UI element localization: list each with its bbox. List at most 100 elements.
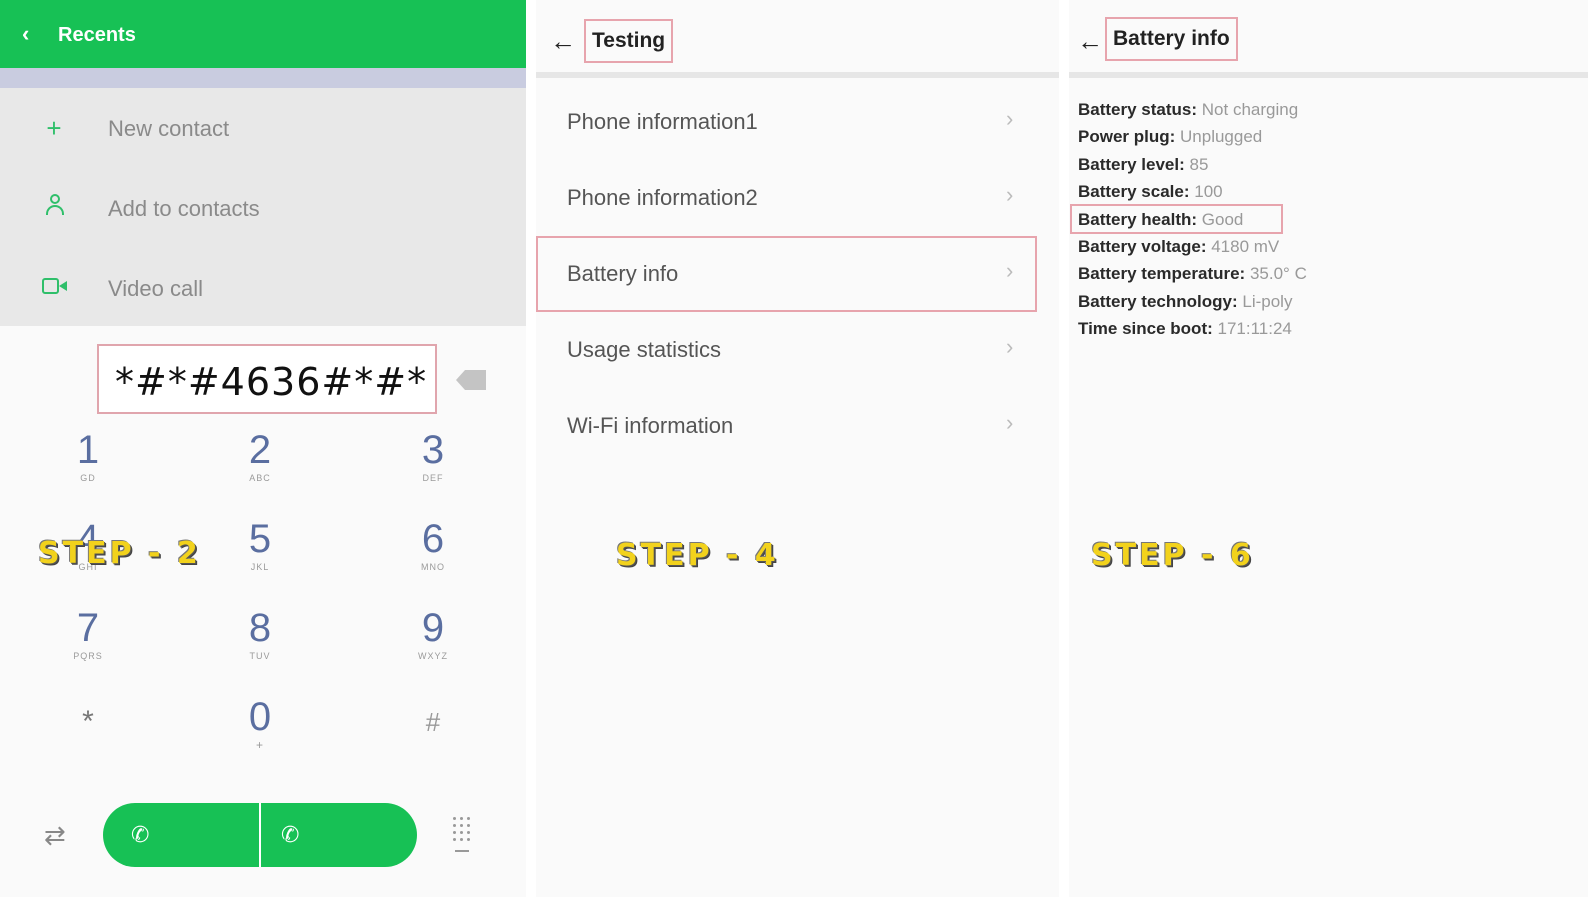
call-sim2-button[interactable]: ✆ bbox=[281, 823, 299, 847]
menu-item-add-to-contacts[interactable]: Add to contacts bbox=[0, 168, 526, 248]
list-item-wifi-information[interactable]: Wi-Fi information › bbox=[536, 388, 1059, 464]
menu-item-label: Video call bbox=[108, 276, 203, 301]
list-item-phone-information1[interactable]: Phone information1 › bbox=[536, 84, 1059, 160]
person-icon bbox=[46, 194, 64, 218]
info-value: Good bbox=[1201, 210, 1244, 229]
menu-item-label: New contact bbox=[108, 116, 230, 141]
key-digit: 1 bbox=[76, 428, 100, 472]
chevron-left-icon[interactable]: ‹ bbox=[22, 22, 29, 46]
key-digit: 3 bbox=[421, 428, 445, 472]
info-value: 4180 mV bbox=[1211, 237, 1280, 256]
back-arrow-icon[interactable]: ← bbox=[550, 26, 576, 57]
key-digit: * bbox=[82, 705, 94, 738]
info-key: Power plug: bbox=[1078, 127, 1176, 146]
key-digit: 6 bbox=[421, 517, 445, 561]
key-5[interactable]: 5 JKL bbox=[200, 517, 320, 595]
key-hash[interactable]: # bbox=[373, 700, 493, 778]
info-key: Battery status: bbox=[1078, 100, 1198, 119]
info-row-battery-technology: Battery technology: Li-poly bbox=[1078, 292, 1578, 312]
info-row-battery-temperature: Battery temperature: 35.0° C bbox=[1078, 264, 1578, 284]
battery-info-list: Battery status: Not charging Power plug:… bbox=[1070, 0, 1588, 897]
call-buttons: ✆ ✆ bbox=[103, 803, 417, 867]
key-star[interactable]: * bbox=[28, 700, 148, 778]
info-row-battery-status: Battery status: Not charging bbox=[1078, 100, 1578, 120]
info-row-battery-voltage: Battery voltage: 4180 mV bbox=[1078, 237, 1578, 257]
dialer-menu: + New contact Add to contacts Video call bbox=[0, 88, 526, 326]
menu-item-label: Add to contacts bbox=[108, 196, 260, 221]
list-item-phone-information2[interactable]: Phone information2 › bbox=[536, 160, 1059, 236]
list-item-battery-info[interactable]: Battery info › bbox=[536, 236, 1037, 312]
info-key: Battery level: bbox=[1078, 155, 1185, 174]
chevron-right-icon: › bbox=[1006, 410, 1014, 435]
testing-topbar: ← Testing bbox=[536, 0, 1059, 78]
dial-code: *#*#4636#*#* bbox=[115, 360, 428, 404]
list-item-label: Wi-Fi information bbox=[567, 413, 734, 438]
key-letters: DEF bbox=[422, 473, 444, 483]
info-row-battery-level: Battery level: 85 bbox=[1078, 155, 1578, 175]
key-digit: 2 bbox=[248, 428, 272, 472]
key-0[interactable]: 0 + bbox=[200, 695, 320, 773]
chevron-right-icon: › bbox=[1006, 258, 1014, 283]
header-title: Recents bbox=[58, 24, 136, 46]
key-digit: 0 bbox=[248, 695, 272, 739]
list-item-label: Usage statistics bbox=[567, 337, 722, 362]
key-8[interactable]: 8 TUV bbox=[200, 606, 320, 684]
info-value: 35.0° C bbox=[1249, 264, 1307, 283]
dial-input[interactable]: *#*#4636#*#* bbox=[97, 344, 437, 414]
info-value: 100 bbox=[1194, 182, 1223, 201]
recents-header: ‹ Recents bbox=[0, 0, 526, 68]
key-digit: 5 bbox=[248, 517, 272, 561]
key-digit: 7 bbox=[76, 606, 100, 650]
info-value: Not charging bbox=[1201, 100, 1299, 119]
call-sim1-button[interactable]: ✆ bbox=[131, 823, 149, 847]
plus-icon: + bbox=[46, 113, 62, 143]
key-1[interactable]: 1 GD bbox=[28, 428, 148, 506]
call-divider bbox=[259, 803, 261, 867]
header-divider bbox=[0, 68, 526, 88]
key-digit: 9 bbox=[421, 606, 445, 650]
key-letters: ABC bbox=[249, 473, 271, 483]
info-row-time-since-boot: Time since boot: 171:11:24 bbox=[1078, 319, 1578, 339]
key-2[interactable]: 2 ABC bbox=[200, 428, 320, 506]
info-key: Time since boot: bbox=[1078, 319, 1213, 338]
list-item-label: Phone information2 bbox=[567, 185, 758, 210]
info-row-power-plug: Power plug: Unplugged bbox=[1078, 127, 1578, 147]
info-key: Battery scale: bbox=[1078, 182, 1190, 201]
info-row-battery-health: Battery health: Good bbox=[1078, 210, 1578, 230]
video-camera-icon bbox=[42, 278, 68, 296]
info-key: Battery technology: bbox=[1078, 292, 1238, 311]
swap-icon[interactable]: ⇄ bbox=[44, 820, 66, 851]
key-9[interactable]: 9 WXYZ bbox=[373, 606, 493, 684]
key-digit: 8 bbox=[248, 606, 272, 650]
page-title-text: Testing bbox=[592, 29, 666, 52]
list-item-label: Phone information1 bbox=[567, 109, 758, 134]
step-label: STEP - 2 bbox=[38, 536, 201, 571]
key-letters: PQRS bbox=[73, 651, 103, 661]
info-value: 85 bbox=[1189, 155, 1209, 174]
info-key: Battery voltage: bbox=[1078, 237, 1207, 256]
info-key: Battery health: bbox=[1078, 210, 1198, 229]
key-6[interactable]: 6 MNO bbox=[373, 517, 493, 595]
backspace-icon[interactable] bbox=[456, 370, 486, 390]
menu-item-new-contact[interactable]: + New contact bbox=[0, 88, 526, 168]
key-letters: + bbox=[255, 738, 264, 752]
list-item-usage-statistics[interactable]: Usage statistics › bbox=[536, 312, 1059, 388]
key-letters: MNO bbox=[421, 562, 445, 572]
key-7[interactable]: 7 PQRS bbox=[28, 606, 148, 684]
info-row-battery-scale: Battery scale: 100 bbox=[1078, 182, 1578, 202]
chevron-right-icon: › bbox=[1006, 334, 1014, 359]
info-value: 171:11:24 bbox=[1217, 319, 1292, 338]
key-letters: WXYZ bbox=[418, 651, 448, 661]
key-letters: GD bbox=[80, 473, 96, 483]
info-value: Unplugged bbox=[1180, 127, 1263, 146]
info-key: Battery temperature: bbox=[1078, 264, 1246, 283]
chevron-right-icon: › bbox=[1006, 182, 1014, 207]
keypad-toggle-icon[interactable] bbox=[451, 815, 473, 855]
key-3[interactable]: 3 DEF bbox=[373, 428, 493, 506]
dialer-panel: ‹ Recents + New contact Add to contacts … bbox=[0, 0, 526, 897]
step-label: STEP - 6 bbox=[1091, 538, 1254, 573]
step-label: STEP - 4 bbox=[616, 538, 779, 573]
key-letters: JKL bbox=[250, 562, 270, 572]
menu-item-video-call[interactable]: Video call bbox=[0, 248, 526, 328]
battery-info-panel: ← Battery info Battery status: Not charg… bbox=[1069, 0, 1588, 897]
